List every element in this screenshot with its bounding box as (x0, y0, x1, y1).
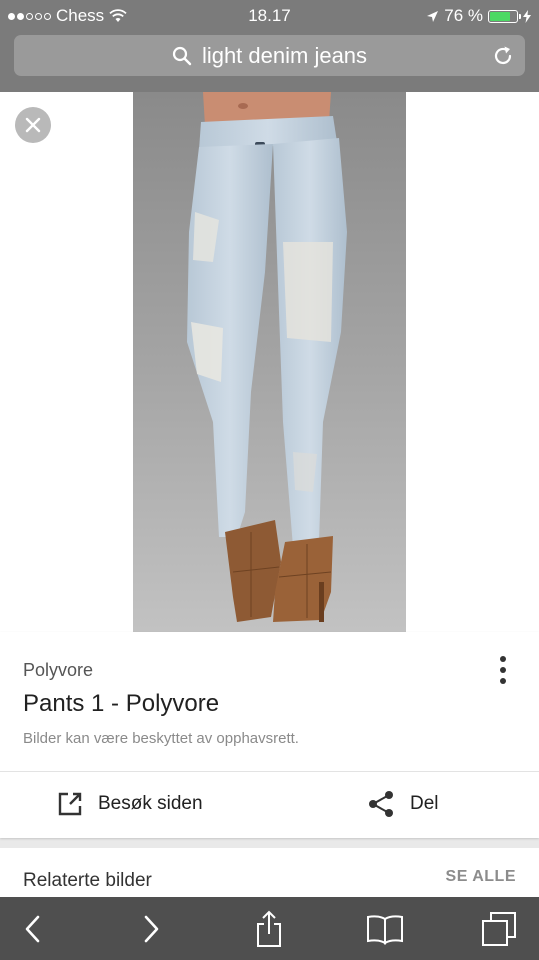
forward-button[interactable] (132, 909, 172, 949)
result-title[interactable]: Pants 1 - Polyvore (23, 690, 219, 718)
more-dot (500, 667, 506, 673)
related-images-heading: Relaterte bilder (23, 870, 152, 891)
share-button[interactable]: Del (366, 786, 439, 822)
close-button[interactable] (15, 107, 51, 143)
share-sheet-button[interactable] (249, 909, 289, 949)
jeans-photo[interactable] (133, 92, 406, 632)
tabs-icon (482, 912, 516, 946)
copyright-note: Bilder kan være beskyttet av opphavsrett… (23, 730, 299, 747)
browser-bottom-toolbar (0, 897, 539, 960)
status-bar: Chess 18.17 76 % (0, 0, 539, 30)
more-dot (500, 656, 506, 662)
battery-icon (488, 9, 521, 23)
share-sheet-icon (257, 910, 281, 947)
reload-icon[interactable] (491, 44, 515, 68)
share-label: Del (410, 793, 439, 814)
bookmarks-button[interactable] (365, 909, 405, 949)
chevron-left-icon (25, 915, 40, 943)
charging-bolt-icon (523, 9, 531, 23)
more-dot (500, 678, 506, 684)
card-divider (0, 771, 539, 772)
battery-percent: 76 % (444, 6, 483, 25)
location-arrow-icon (427, 10, 439, 22)
search-query-text: light denim jeans (201, 42, 368, 68)
visit-page-label: Besøk siden (98, 793, 203, 814)
search-icon (172, 46, 192, 65)
open-external-icon (58, 792, 82, 816)
visit-page-button[interactable]: Besøk siden (56, 786, 203, 822)
status-right-group: 76 % (426, 6, 531, 26)
see-all-link[interactable]: SE ALLE (446, 868, 516, 886)
battery-fill (490, 11, 510, 21)
search-query-display[interactable]: light denim jeans (14, 35, 525, 76)
more-options-button[interactable] (496, 654, 510, 686)
back-button[interactable] (12, 909, 52, 949)
chevron-right-icon (144, 915, 159, 943)
book-icon (367, 915, 403, 945)
result-source[interactable]: Polyvore (23, 660, 93, 681)
browser-top-bar: Chess 18.17 76 % light denim jeans (0, 0, 539, 92)
address-bar[interactable]: light denim jeans (14, 35, 525, 76)
tabs-button[interactable] (479, 909, 519, 949)
share-icon (369, 791, 393, 817)
close-icon (25, 117, 41, 133)
related-images-section: Relaterte bilder SE ALLE (0, 848, 539, 898)
